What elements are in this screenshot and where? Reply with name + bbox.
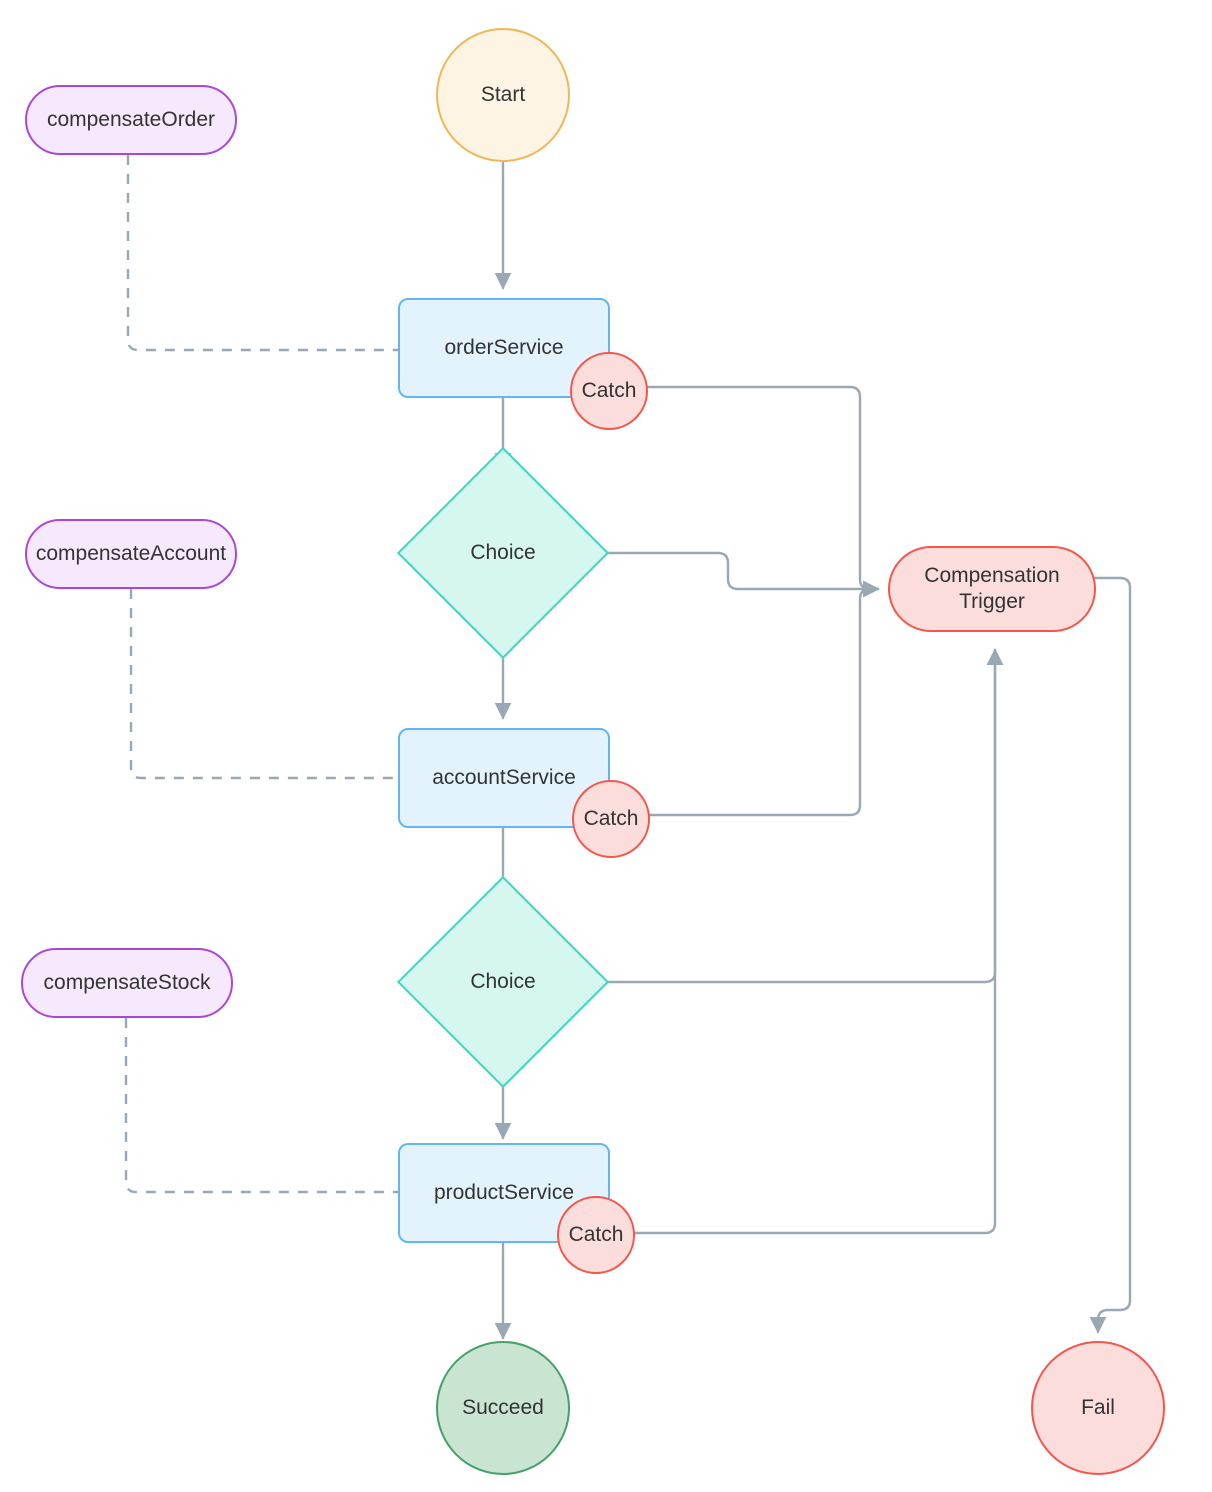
edge-trigger-to-fail <box>1089 576 1132 1334</box>
node-choice-two-label: Choice <box>470 970 536 994</box>
node-order-catch[interactable]: Catch <box>570 352 648 430</box>
node-compensate-stock-label: compensateStock <box>43 971 211 995</box>
edge-productcatch-to-trigger <box>633 648 1004 1235</box>
node-choice-one-label: Choice <box>470 541 536 565</box>
node-account-service-label: accountService <box>432 766 576 790</box>
node-product-catch[interactable]: Catch <box>557 1196 635 1274</box>
node-product-service-label: productService <box>433 1181 575 1205</box>
node-choice-one[interactable]: Choice <box>396 446 610 660</box>
edge-compensateorder-to-orderservice <box>126 155 398 352</box>
node-succeed-label: Succeed <box>462 1396 544 1420</box>
edge-ordercatch-to-trigger <box>644 385 880 598</box>
node-compensate-order[interactable]: compensateOrder <box>25 85 237 155</box>
node-start-label: Start <box>480 83 526 107</box>
edge-choice1-to-trigger <box>578 551 880 598</box>
node-compensation-trigger-label-line2: Trigger <box>959 590 1025 613</box>
node-compensate-stock[interactable]: compensateStock <box>21 948 233 1018</box>
node-compensate-account-label: compensateAccount <box>35 542 227 566</box>
node-account-catch-label: Catch <box>583 807 639 831</box>
node-account-catch[interactable]: Catch <box>572 780 650 858</box>
node-order-catch-label: Catch <box>581 379 637 403</box>
node-choice-two[interactable]: Choice <box>396 875 610 1089</box>
node-succeed[interactable]: Succeed <box>436 1341 570 1475</box>
node-fail-label: Fail <box>1081 1396 1115 1420</box>
edge-compensateaccount-to-accountservice <box>129 589 398 780</box>
edge-compensatestock-to-productservice <box>124 1018 398 1194</box>
node-fail[interactable]: Fail <box>1031 1341 1165 1475</box>
node-compensate-order-label: compensateOrder <box>46 108 216 132</box>
flowchart-canvas: Start orderService Catch Choice accountS… <box>0 0 1212 1492</box>
node-compensate-account[interactable]: compensateAccount <box>25 519 237 589</box>
edge-accountcatch-to-trigger <box>646 580 880 817</box>
node-product-catch-label: Catch <box>568 1223 624 1247</box>
node-order-service-label: orderService <box>444 336 564 360</box>
node-start[interactable]: Start <box>436 28 570 162</box>
node-compensation-trigger-label-line1: Compensation <box>924 563 1060 587</box>
node-compensation-trigger[interactable]: Compensation Trigger <box>888 546 1096 632</box>
